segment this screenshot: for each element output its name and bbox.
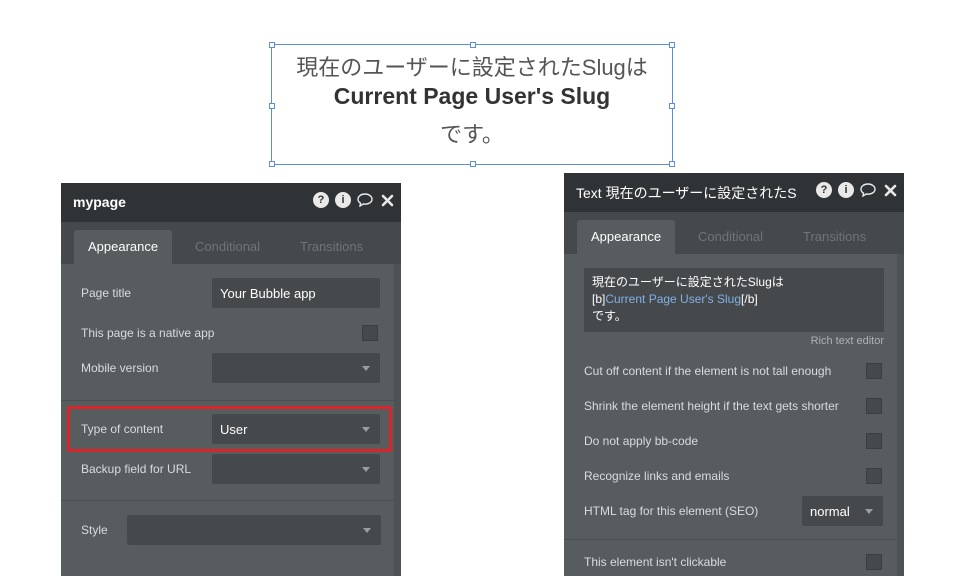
- resize-handle-right[interactable]: [669, 103, 675, 109]
- native-app-label: This page is a native app: [81, 326, 215, 340]
- page-title-value: Your Bubble app: [220, 285, 316, 301]
- page-title-label: Page title: [81, 286, 132, 300]
- cut-off-label: Cut off content if the element is not ta…: [584, 364, 832, 378]
- chevron-down-icon: [363, 528, 371, 533]
- canvas-text-line-3: です。: [440, 122, 504, 147]
- style-label: Style: [81, 523, 108, 537]
- panel-title: Text 現在のユーザーに設定されたS: [576, 185, 797, 201]
- help-icon[interactable]: ?: [816, 182, 832, 198]
- no-bbcode-checkbox[interactable]: [866, 433, 882, 449]
- chevron-down-icon: [362, 366, 370, 371]
- shrink-checkbox[interactable]: [866, 398, 882, 414]
- panel-scrollbar[interactable]: [897, 254, 904, 576]
- panel-header[interactable]: Text 現在のユーザーに設定されたS ? i: [564, 173, 904, 212]
- canvas-text-element[interactable]: 現在のユーザーに設定されたSlugは Current Page User's S…: [269, 42, 675, 167]
- tab-conditional[interactable]: Conditional: [181, 230, 274, 264]
- recognize-links-label: Recognize links and emails: [584, 469, 730, 483]
- canvas-text-line-1: 現在のユーザーに設定されたSlugは: [296, 55, 648, 80]
- resize-handle-top-right[interactable]: [669, 42, 675, 48]
- panel-header[interactable]: mypage ? i: [61, 183, 401, 222]
- resize-handle-top-left[interactable]: [269, 42, 275, 48]
- cut-off-checkbox[interactable]: [866, 363, 882, 379]
- tab-appearance[interactable]: Appearance: [577, 220, 676, 254]
- resize-handle-bottom[interactable]: [470, 161, 476, 167]
- shrink-label: Shrink the element height if the text ge…: [584, 399, 839, 413]
- section-divider: [61, 500, 401, 501]
- section-divider: [564, 539, 904, 540]
- comment-icon[interactable]: [357, 192, 373, 208]
- recognize-links-checkbox[interactable]: [866, 468, 882, 484]
- rich-text-editor-link[interactable]: Rich text editor: [811, 335, 884, 347]
- not-clickable-label: This element isn't clickable: [584, 555, 727, 569]
- rte-open-tag: [b]: [592, 292, 606, 306]
- rte-line-2: [b]Current Page User's Slug[/b]: [592, 291, 876, 308]
- tab-transitions[interactable]: Transitions: [286, 230, 377, 264]
- panel-scrollbar[interactable]: [394, 264, 401, 576]
- rte-line-1: 現在のユーザーに設定されたSlugは: [592, 275, 784, 289]
- backup-field-dropdown[interactable]: [212, 454, 380, 484]
- type-of-content-highlight: [67, 406, 392, 452]
- html-tag-value: normal: [810, 503, 850, 519]
- native-app-checkbox[interactable]: [362, 325, 378, 341]
- rte-line-3: です。: [592, 309, 627, 323]
- rte-dynamic-expression[interactable]: Current Page User's Slug: [605, 292, 741, 306]
- mobile-version-label: Mobile version: [81, 361, 159, 375]
- tab-conditional[interactable]: Conditional: [684, 220, 777, 254]
- resize-handle-bottom-left[interactable]: [269, 161, 275, 167]
- info-icon[interactable]: i: [838, 182, 854, 198]
- text-property-panel: Text 現在のユーザーに設定されたS ? i Appearance Condi…: [564, 173, 904, 576]
- resize-handle-top[interactable]: [470, 42, 476, 48]
- not-clickable-checkbox[interactable]: [866, 554, 882, 570]
- resize-handle-left[interactable]: [269, 103, 275, 109]
- section-divider: [61, 400, 401, 401]
- backup-field-label: Backup field for URL: [81, 462, 192, 476]
- mobile-version-dropdown[interactable]: [212, 353, 380, 383]
- chevron-down-icon: [362, 467, 370, 472]
- style-dropdown[interactable]: [127, 515, 381, 545]
- help-icon[interactable]: ?: [313, 192, 329, 208]
- tab-transitions[interactable]: Transitions: [789, 220, 880, 254]
- no-bbcode-label: Do not apply bb-code: [584, 434, 699, 448]
- panel-title: mypage: [73, 194, 126, 210]
- comment-icon[interactable]: [860, 182, 876, 198]
- text-content-editor[interactable]: 現在のユーザーに設定されたSlugは [b]Current Page User'…: [584, 268, 884, 332]
- info-icon[interactable]: i: [335, 192, 351, 208]
- html-tag-dropdown[interactable]: normal: [802, 496, 883, 526]
- page-title-input[interactable]: Your Bubble app: [212, 278, 380, 308]
- page-property-panel: mypage ? i Appearance Conditional Transi…: [61, 183, 401, 576]
- canvas-text-line-2: Current Page User's Slug: [333, 83, 611, 109]
- html-tag-label: HTML tag for this element (SEO): [584, 504, 759, 518]
- panel-tabbar: Appearance Conditional Transitions: [564, 212, 904, 254]
- chevron-down-icon: [865, 509, 873, 514]
- panel-tabbar: Appearance Conditional Transitions: [61, 222, 401, 264]
- tab-appearance[interactable]: Appearance: [74, 230, 173, 264]
- rte-close-tag: [/b]: [741, 292, 758, 306]
- resize-handle-bottom-right[interactable]: [669, 161, 675, 167]
- close-icon[interactable]: [379, 192, 395, 208]
- close-icon[interactable]: [882, 182, 898, 198]
